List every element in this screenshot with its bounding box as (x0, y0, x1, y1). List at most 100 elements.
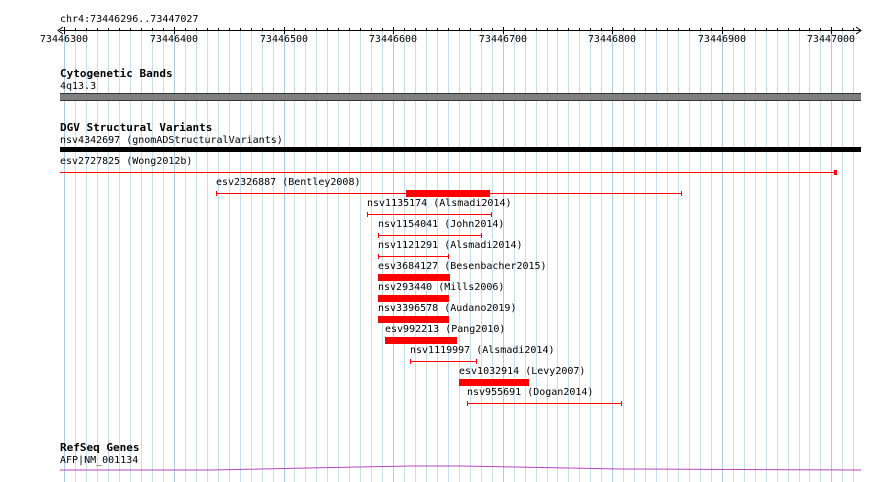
variant-end-cap (410, 359, 411, 364)
variant-end-cap (476, 359, 477, 364)
ruler-line (60, 30, 860, 31)
ruler-tick (371, 28, 372, 31)
ruler-tick (426, 28, 427, 31)
ruler-tick-label: 73446600 (368, 34, 418, 45)
variant-end-cap[interactable] (834, 170, 837, 175)
ruler-tick (645, 28, 646, 31)
ruler-tick (415, 28, 416, 31)
ruler-tick (316, 28, 317, 31)
ruler-tick-label: 73447000 (806, 34, 856, 45)
variant-bar[interactable] (378, 295, 449, 302)
ruler-tick (777, 28, 778, 31)
ruler-tick (86, 28, 87, 31)
ruler-tick (174, 27, 175, 34)
location-label: chr4:73446296..73447027 (60, 14, 199, 25)
ruler-tick (853, 28, 854, 31)
variant-line[interactable] (410, 361, 476, 362)
ruler-tick (262, 28, 263, 31)
variant-bar[interactable] (60, 147, 861, 152)
ruler-tick-label: 73446300 (39, 34, 89, 45)
ruler-tick (547, 28, 548, 31)
variant-line[interactable] (60, 172, 835, 173)
ruler-tick (459, 28, 460, 31)
ruler-tick (338, 28, 339, 31)
variant-label[interactable]: esv2727825 (Wong2012b) (60, 156, 192, 167)
variant-end-cap (681, 191, 682, 196)
ruler-tick (481, 28, 482, 31)
ruler-tick (568, 28, 569, 31)
variant-label[interactable]: nsv1121291 (Alsmadi2014) (378, 240, 523, 251)
ruler-tick (656, 28, 657, 31)
genome-browser-view: chr4:73446296..73447027 73446300 73446400… (0, 0, 890, 482)
ruler-tick (590, 28, 591, 31)
ruler-tick (503, 27, 504, 34)
gene-model[interactable] (60, 462, 861, 474)
variant-bar[interactable] (385, 337, 457, 344)
ruler-tick (108, 28, 109, 31)
ruler-tick (623, 28, 624, 31)
ruler-tick (601, 28, 602, 31)
variant-label[interactable]: nsv1154041 (John2014) (378, 219, 504, 230)
variant-label[interactable]: nsv4342697 (gnomADStructuralVariants) (60, 135, 283, 146)
ruler-tick (240, 28, 241, 31)
variant-end-cap (378, 233, 379, 238)
variant-line[interactable] (467, 403, 621, 404)
ruler-tick (218, 28, 219, 31)
ruler-tick (525, 28, 526, 31)
variant-end-cap (621, 401, 622, 406)
variant-line[interactable] (367, 214, 491, 215)
ruler-tick (141, 28, 142, 31)
ruler-tick (678, 28, 679, 31)
variant-label[interactable]: nsv955691 (Dogan2014) (467, 387, 593, 398)
variant-end-cap (378, 254, 379, 259)
ruler-tick (579, 28, 580, 31)
ruler-tick (305, 28, 306, 31)
ruler-tick (196, 28, 197, 31)
ruler-tick (612, 27, 613, 34)
band-label: 4q13.3 (60, 81, 97, 92)
variant-label[interactable]: nsv3396578 (Audano2019) (378, 303, 516, 314)
ruler-tick (294, 28, 295, 31)
ruler-tick (557, 28, 558, 31)
variant-label[interactable]: esv2326887 (Bentley2008) (216, 177, 361, 188)
track-title: RefSeq Genes (60, 441, 140, 454)
ruler-tick (536, 28, 537, 31)
ruler-tick (75, 28, 76, 31)
cytoband-bar[interactable] (60, 93, 861, 101)
variant-label[interactable]: nsv1119997 (Alsmadi2014) (410, 345, 555, 356)
variant-label[interactable]: nsv1135174 (Alsmadi2014) (367, 198, 512, 209)
ruler-tick (755, 28, 756, 31)
variant-bar[interactable] (406, 190, 490, 197)
variant-bar[interactable] (459, 379, 529, 386)
ruler-tick (163, 28, 164, 31)
variant-end-cap (491, 212, 492, 217)
ruler-tick-label: 73446500 (259, 34, 309, 45)
ruler-tick (207, 28, 208, 31)
ruler-tick (284, 27, 285, 34)
variant-bar[interactable] (378, 316, 449, 323)
variant-label[interactable]: nsv293440 (Mills2006) (378, 282, 504, 293)
ruler-tick (349, 28, 350, 31)
ruler-tick (382, 28, 383, 31)
variant-end-cap (216, 191, 217, 196)
ruler-tick (722, 27, 723, 34)
ruler-tick (744, 28, 745, 31)
ruler-tick (492, 28, 493, 31)
ruler-tick (634, 28, 635, 31)
ruler-tick (700, 28, 701, 31)
variant-line[interactable] (378, 235, 481, 236)
variant-line[interactable] (378, 256, 448, 257)
ruler-tick (130, 28, 131, 31)
ruler-tick (404, 28, 405, 31)
ruler-tick-label: 73446700 (478, 34, 528, 45)
ruler-right-arrow-icon[interactable] (855, 26, 863, 35)
ruler-tick (820, 28, 821, 31)
track-title: DGV Structural Variants (60, 121, 213, 134)
ruler-tick (327, 28, 328, 31)
ruler-tick (393, 27, 394, 34)
ruler-tick (229, 28, 230, 31)
variant-label[interactable]: esv3684127 (Besenbacher2015) (378, 261, 547, 272)
variant-label[interactable]: esv992213 (Pang2010) (385, 324, 505, 335)
variant-bar[interactable] (378, 274, 450, 281)
variant-label[interactable]: esv1032914 (Levy2007) (459, 366, 585, 377)
